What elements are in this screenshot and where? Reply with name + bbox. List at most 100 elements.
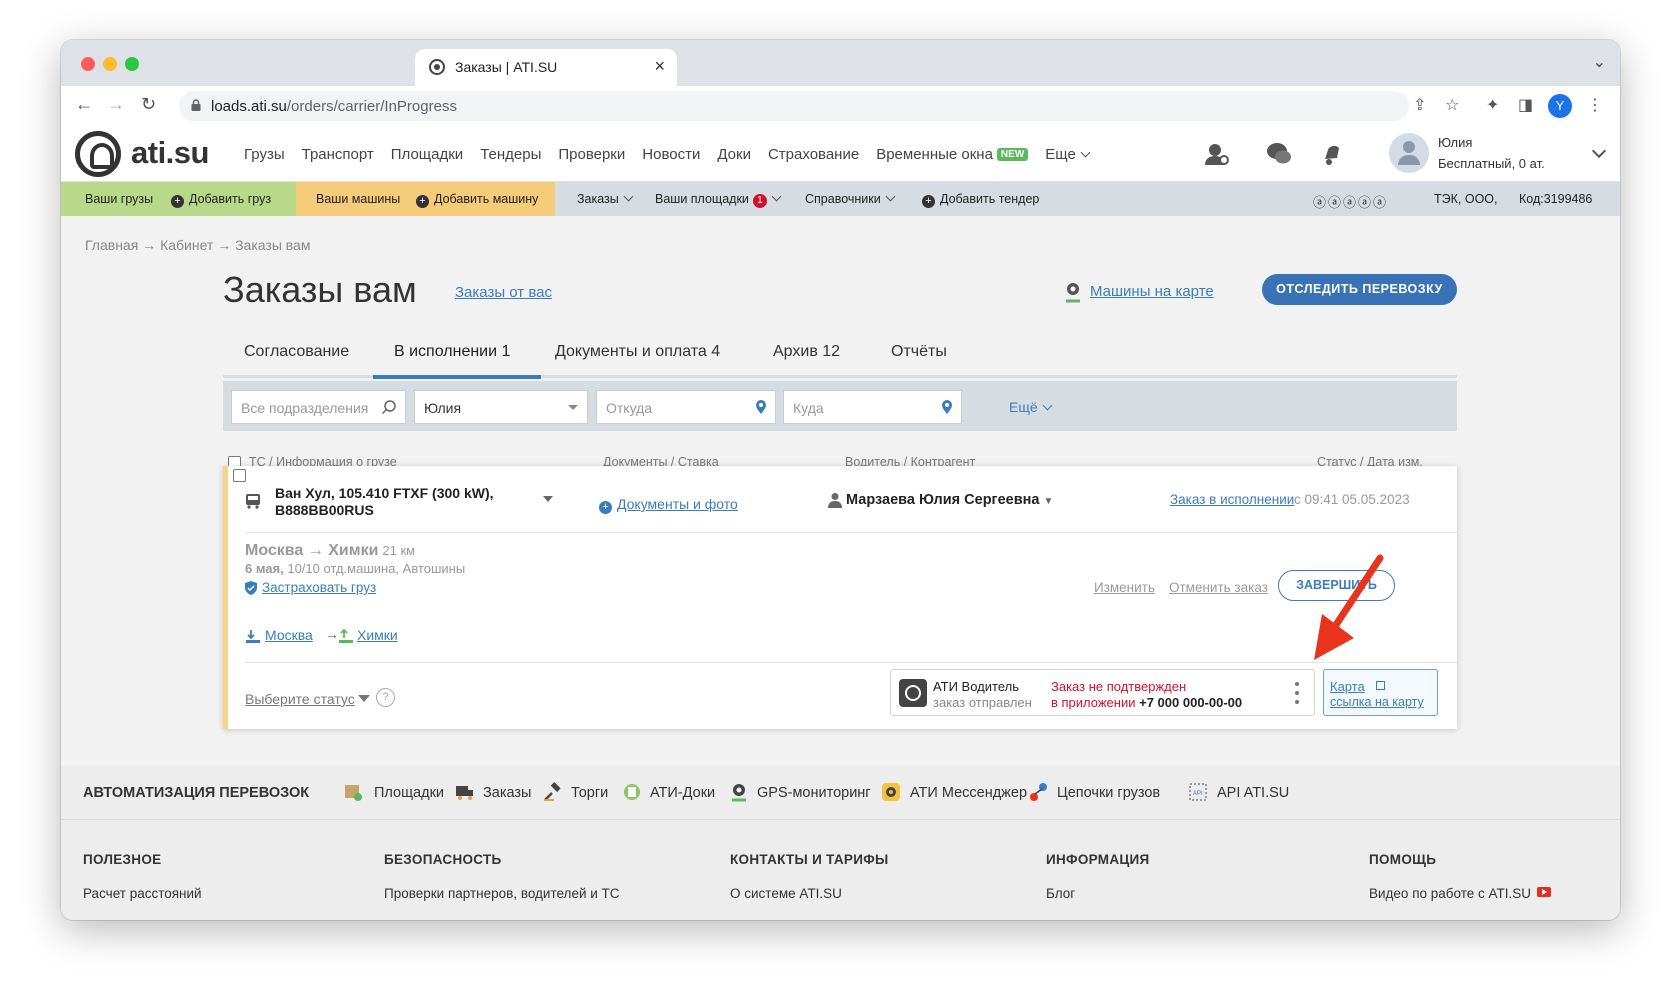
logo-text[interactable]: ati.su bbox=[131, 135, 209, 171]
insure-cargo-link[interactable]: Застраховать груз bbox=[262, 580, 376, 595]
chevron-down-icon bbox=[1042, 400, 1053, 411]
close-window-button[interactable] bbox=[81, 57, 95, 71]
browser-menu-icon[interactable]: ⋮ bbox=[1587, 95, 1603, 115]
your-platforms-menu[interactable]: Ваши площадки 1 bbox=[655, 191, 782, 208]
share-icon[interactable]: ⇪ bbox=[1413, 95, 1426, 115]
nav-item-docs[interactable]: Доки bbox=[717, 146, 751, 163]
your-cars-link[interactable]: Ваши машины bbox=[316, 192, 400, 206]
map-link[interactable]: Карта bbox=[1330, 679, 1365, 694]
from-filter[interactable]: Откуда bbox=[596, 390, 776, 424]
tab-approval[interactable]: Согласование bbox=[244, 343, 349, 361]
browser-toolbar: ← → ↻ loads.ati.su/orders/carrier/InProg… bbox=[61, 86, 1620, 126]
vehicle-caret-icon[interactable] bbox=[543, 496, 553, 502]
minimize-window-button[interactable] bbox=[103, 57, 117, 71]
change-order-link[interactable]: Изменить bbox=[1094, 580, 1155, 595]
automation-api-link[interactable]: API ATI.SU bbox=[1217, 785, 1289, 801]
nav-item-cargo[interactable]: Грузы bbox=[244, 146, 285, 163]
tab-docs-payment[interactable]: Документы и оплата 4 bbox=[555, 343, 720, 361]
docs-photos-link[interactable]: + Документы и фото bbox=[599, 496, 738, 514]
orders-tabs: Согласование В исполнении 1 Документы и … bbox=[223, 323, 1457, 379]
back-icon[interactable]: ← bbox=[75, 94, 93, 115]
platforms-icon bbox=[345, 785, 362, 801]
choose-status-dropdown[interactable]: Выберите статус bbox=[245, 691, 355, 707]
your-cargo-link[interactable]: Ваши грузы bbox=[85, 192, 153, 206]
automation-chains-link[interactable]: Цепочки грузов bbox=[1057, 785, 1160, 801]
footer-security-link[interactable]: Проверки партнеров, водителей и ТС bbox=[384, 886, 620, 901]
side-panel-icon[interactable]: ◨ bbox=[1518, 95, 1533, 115]
add-car-link[interactable]: + Добавить машину bbox=[416, 192, 538, 208]
maximize-window-button[interactable] bbox=[125, 57, 139, 71]
automation-ati-docs-link[interactable]: АТИ-Доки bbox=[650, 785, 715, 801]
search-icon bbox=[381, 400, 396, 415]
nav-item-insurance[interactable]: Страхование bbox=[768, 146, 859, 163]
user-avatar[interactable] bbox=[1389, 133, 1429, 173]
address-bar[interactable]: loads.ati.su/orders/carrier/InProgress bbox=[179, 91, 1409, 121]
forward-icon[interactable]: → bbox=[107, 94, 125, 115]
departments-filter[interactable]: Все подразделения bbox=[231, 390, 406, 424]
orders-menu[interactable]: Заказы bbox=[577, 191, 634, 206]
footer-useful-link[interactable]: Расчет расстояний bbox=[83, 886, 202, 901]
user-name[interactable]: Юлия bbox=[1438, 135, 1472, 150]
ati-driver-panel: АТИ Водитель заказ отправлен Заказ не по… bbox=[890, 669, 1315, 716]
nav-item-more[interactable]: Еще bbox=[1045, 146, 1091, 163]
nav-item-transport[interactable]: Транспорт bbox=[302, 146, 374, 163]
url-text: loads.ati.su/orders/carrier/InProgress bbox=[211, 98, 457, 115]
route-point-from[interactable]: Москва bbox=[265, 627, 313, 643]
close-tab-icon[interactable]: × bbox=[654, 56, 665, 77]
extensions-icon[interactable]: ✦ bbox=[1486, 95, 1499, 115]
track-shipment-button[interactable]: ОТСЛЕДИТЬ ПЕРЕВОЗКУ bbox=[1262, 274, 1457, 305]
notifications-bell-icon[interactable] bbox=[1320, 141, 1346, 167]
messages-icon[interactable] bbox=[1266, 141, 1292, 167]
automation-gps-link[interactable]: GPS-мониторинг bbox=[757, 785, 871, 801]
tab-search-icon[interactable]: ⌄ bbox=[1593, 52, 1606, 72]
footer-info-link[interactable]: Блог bbox=[1046, 886, 1075, 901]
route-point-to[interactable]: Химки bbox=[357, 627, 398, 643]
cargo-info: 6 мая, 10/10 отд.машина, Автошины bbox=[245, 561, 466, 576]
checks-user-icon[interactable] bbox=[1204, 141, 1230, 167]
browser-profile-avatar[interactable]: Y bbox=[1548, 94, 1572, 118]
bookmark-star-icon[interactable]: ☆ bbox=[1445, 95, 1459, 115]
more-filters-toggle[interactable]: Ещё bbox=[1009, 399, 1053, 415]
user-menu-chevron-icon[interactable] bbox=[1591, 143, 1607, 159]
order-checkbox[interactable] bbox=[233, 469, 246, 482]
map-link-box[interactable]: Карта ссылка на карту bbox=[1323, 669, 1438, 716]
automation-messenger-link[interactable]: АТИ Мессенджер bbox=[910, 785, 1027, 801]
tab-archive[interactable]: Архив 12 bbox=[773, 343, 840, 361]
cancel-order-link[interactable]: Отменить заказ bbox=[1169, 580, 1268, 595]
driver-name[interactable]: Марзаева Юлия Сергеевна ▼ bbox=[846, 492, 1053, 508]
order-status-link[interactable]: Заказ в исполнении bbox=[1170, 492, 1294, 507]
vehicle-info[interactable]: Ван Хул, 105.410 FTXF (300 kW), В888ВВ00… bbox=[275, 485, 494, 519]
add-tender-link[interactable]: + Добавить тендер bbox=[922, 192, 1039, 208]
add-cargo-link[interactable]: + Добавить груз bbox=[171, 192, 271, 208]
map-url-link[interactable]: ссылка на карту bbox=[1330, 695, 1424, 709]
tab-reports[interactable]: Отчёты bbox=[891, 343, 947, 361]
to-filter[interactable]: Куда bbox=[783, 390, 962, 424]
footer-help-link[interactable]: Видео по работе с ATI.SU bbox=[1369, 886, 1552, 901]
orders-truck-icon bbox=[456, 786, 473, 800]
nav-item-tenders[interactable]: Тендеры bbox=[480, 146, 541, 163]
browser-tab-active[interactable]: Заказы | ATI.SU × bbox=[415, 49, 677, 86]
rating-icons[interactable]: ⓐⓐⓐⓐⓐ bbox=[1313, 192, 1388, 211]
directories-menu[interactable]: Справочники bbox=[805, 191, 896, 206]
orders-from-you-link[interactable]: Заказы от вас bbox=[455, 284, 552, 301]
reload-icon[interactable]: ↻ bbox=[141, 94, 156, 115]
favicon-icon bbox=[429, 59, 445, 75]
ati-logo-icon[interactable] bbox=[75, 131, 121, 177]
nav-item-platforms[interactable]: Площадки bbox=[391, 146, 463, 163]
nav-item-checks[interactable]: Проверки bbox=[558, 146, 625, 163]
automation-auctions-link[interactable]: Торги bbox=[571, 785, 608, 801]
footer-contacts-link[interactable]: О системе ATI.SU bbox=[730, 886, 842, 901]
more-vertical-icon[interactable] bbox=[1295, 681, 1299, 705]
automation-platforms-link[interactable]: Площадки bbox=[374, 785, 444, 801]
nav-item-time-windows[interactable]: Временные окна NEW bbox=[876, 146, 1029, 163]
caret-down-icon[interactable] bbox=[358, 695, 370, 702]
nav-item-news[interactable]: Новости bbox=[642, 146, 700, 163]
breadcrumb[interactable]: Главная → Кабинет → Заказы вам bbox=[85, 237, 310, 253]
automation-orders-link[interactable]: Заказы bbox=[483, 785, 531, 801]
user-filter-select[interactable]: Юлия bbox=[414, 390, 588, 424]
cars-on-map-link[interactable]: Машины на карте bbox=[1090, 283, 1214, 300]
lock-icon bbox=[191, 99, 201, 111]
help-icon[interactable]: ? bbox=[376, 688, 395, 707]
tab-in-progress[interactable]: В исполнении 1 bbox=[394, 343, 510, 361]
chevron-down-icon bbox=[885, 191, 896, 202]
